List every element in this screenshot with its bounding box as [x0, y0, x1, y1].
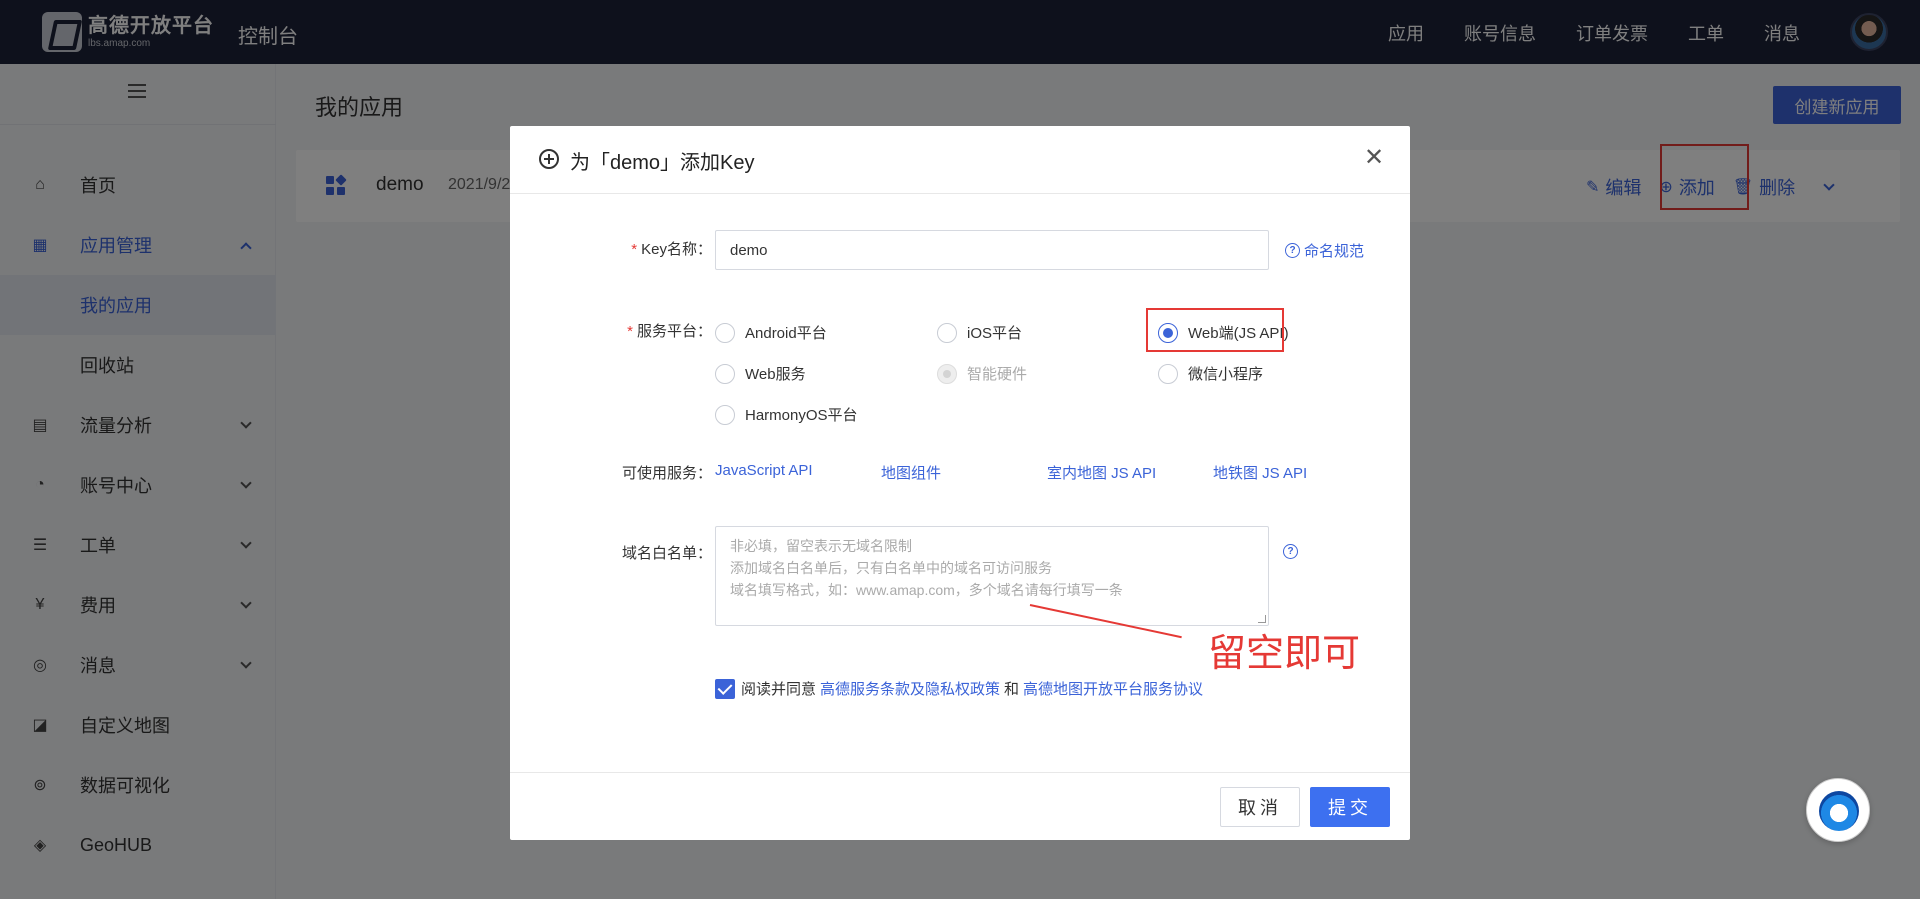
add-key-dialog: 为「demo」添加Key ✕ * Key名称： demo ? 命名规范 * 服务平台：… [510, 126, 1410, 840]
annotation-text: 留空即可 [1208, 631, 1361, 675]
submit-button[interactable]: 提交 [1310, 787, 1390, 827]
dialog-title: 为「demo」添加Key [570, 152, 755, 174]
radio-label: Web服务 [745, 366, 806, 383]
add-circle-icon [539, 149, 559, 169]
radio-label: iOS平台 [967, 325, 1023, 342]
radio-circle [715, 363, 735, 384]
placeholder-line: 域名填写格式，如：www.amap.com，多个域名请每行填写一条 [730, 582, 1123, 598]
platform-label-text: 服务平台： [636, 323, 712, 340]
naming-rules-text: 命名规范 [1304, 243, 1365, 260]
radio-circle [715, 322, 735, 343]
service-link-js-api[interactable]: JavaScript API [715, 462, 813, 479]
radio-label: Android平台 [745, 325, 827, 342]
radio-smart-hardware: 智能硬件 [937, 363, 1027, 384]
key-name-label: * Key名称： [631, 241, 712, 258]
service-agreement-link[interactable]: 高德地图开放平台服务协议 [1023, 678, 1203, 699]
whitelist-label: 域名白名单： [621, 545, 712, 562]
service-link-indoor-map[interactable]: 室内地图 JS API [1047, 462, 1156, 483]
domain-whitelist-textarea[interactable]: 非必填，留空表示无域名限制 添加域名白名单后，只有白名单中的域名可访问服务 域名… [715, 526, 1269, 626]
question-icon[interactable]: ? [1283, 544, 1298, 559]
radio-label: 智能硬件 [967, 366, 1028, 383]
radio-circle [1158, 363, 1178, 384]
dialog-header: 为「demo」添加Key ✕ [510, 126, 1410, 194]
radio-circle [715, 404, 735, 425]
service-link-map-component[interactable]: 地图组件 [881, 462, 941, 483]
question-icon: ? [1285, 243, 1300, 258]
radio-harmonyos[interactable]: HarmonyOS平台 [715, 404, 858, 425]
radio-web-service[interactable]: Web服务 [715, 363, 806, 384]
placeholder-line: 非必填，留空表示无域名限制 [730, 538, 912, 554]
dialog-footer: 取消 提交 [510, 772, 1410, 840]
services-label: 可使用服务： [621, 465, 712, 482]
agree-text: 阅读并同意 [741, 681, 817, 698]
radio-wechat-miniprogram[interactable]: 微信小程序 [1158, 363, 1263, 384]
highlight-box-web [1146, 308, 1284, 352]
cancel-button[interactable]: 取消 [1220, 787, 1300, 827]
radio-label: 微信小程序 [1188, 366, 1264, 383]
agree-and-text: 和 [1004, 681, 1020, 698]
agreement: 阅读并同意 高德服务条款及隐私权政策 和 高德地图开放平台服务协议 [715, 678, 1207, 699]
platform-label: * 服务平台： [627, 323, 712, 340]
radio-circle [937, 363, 957, 384]
service-link-subway-map[interactable]: 地铁图 JS API [1213, 462, 1307, 483]
radio-circle [937, 322, 957, 343]
agree-checkbox[interactable] [715, 678, 735, 699]
radio-ios[interactable]: iOS平台 [937, 322, 1022, 343]
key-name-label-text: Key名称： [641, 241, 712, 258]
naming-rules-link[interactable]: ? 命名规范 [1285, 240, 1364, 261]
radio-android[interactable]: Android平台 [715, 322, 827, 343]
close-icon[interactable]: ✕ [1364, 146, 1384, 170]
radio-label: HarmonyOS平台 [745, 407, 858, 424]
key-name-input[interactable]: demo [715, 230, 1269, 270]
terms-link[interactable]: 高德服务条款及隐私权政策 [820, 678, 1000, 699]
placeholder-line: 添加域名白名单后，只有白名单中的域名可访问服务 [730, 560, 1052, 576]
assistant-bot-icon[interactable] [1806, 778, 1870, 842]
